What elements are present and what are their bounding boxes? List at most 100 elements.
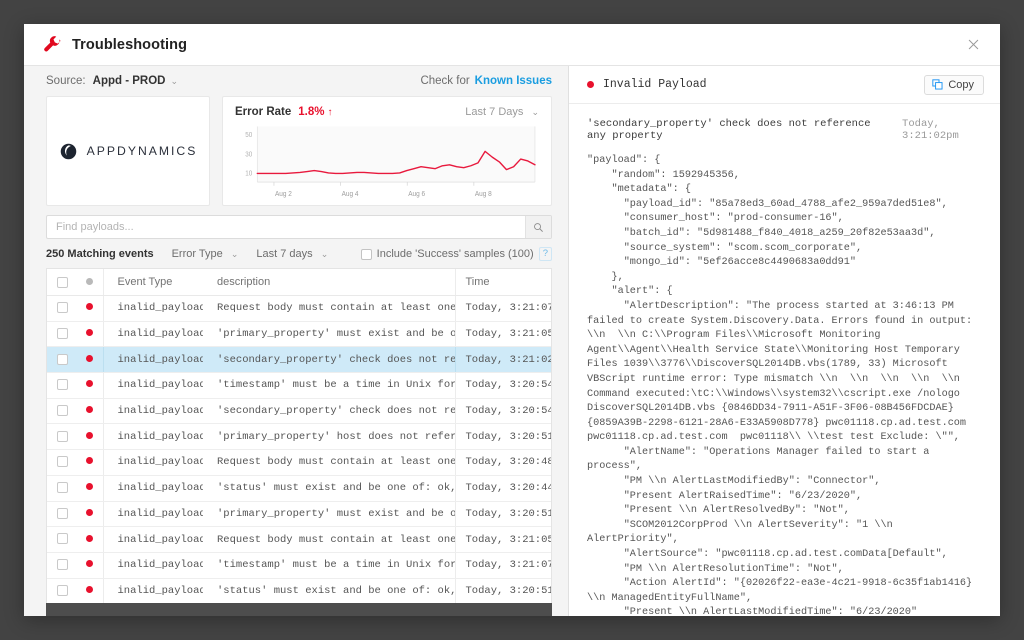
modal-body: Source: Appd - PROD ⌄ Check for Known Is… [24,66,1000,616]
chevron-down-icon: ⌄ [531,107,539,117]
source-label: Source: [46,75,86,87]
row-checkbox[interactable] [56,456,68,468]
payload-detail-pane: Invalid Payload Copy 'secondary_property… [569,66,1000,616]
row-checkbox[interactable] [56,430,68,442]
error-dot-icon [86,329,94,337]
row-time: Today, 3:20:51pm [455,578,551,603]
search-button[interactable] [525,216,551,238]
troubleshooting-modal: Troubleshooting Source: Appd - PROD ⌄ Ch… [24,24,1000,616]
row-event-type: inalid_payload [103,552,203,579]
filter-error-type-label: Error Type [171,248,223,260]
row-checkbox[interactable] [56,507,68,519]
chevron-down-icon: ⌄ [320,249,329,259]
include-success-group: Include 'Success' samples (100) ? [360,247,552,261]
row-select-cell [47,526,77,553]
error-dot-icon [86,354,94,362]
row-event-type: inalid_payload [103,578,203,603]
include-success-checkbox[interactable] [360,248,372,260]
row-event-type: inalid_payload [103,423,203,451]
table-row[interactable]: inalid_payload Request body must contain … [47,526,551,553]
table-row[interactable]: inalid_payload'primary_property' must ex… [47,321,551,348]
row-checkbox[interactable] [56,353,68,365]
horizontal-scrollbar[interactable] [46,603,552,616]
error-dot-icon [86,560,94,568]
row-status-cell [77,423,104,451]
table-row[interactable]: inalid_payload'timestamp' must be a time… [47,552,551,579]
row-event-type: inalid_payload [103,372,203,399]
row-select-cell [47,449,77,476]
modal-titlebar: Troubleshooting [24,24,1000,66]
row-description: 'status' must exist and be one of: ok, c… [203,578,456,603]
events-table-body: inalid_payload Request body must contain … [47,295,551,603]
table-row[interactable]: inalid_payload Request body must contain … [47,295,551,322]
table-row[interactable]: inalid_payload'primary_property' host do… [47,423,551,451]
error-dot-icon [86,406,94,414]
chart-range-select[interactable]: Last 7 Days ⌄ [465,106,539,118]
table-row[interactable]: inalid_payload'secondary_property' check… [47,398,551,425]
row-description: 'secondary_property' check does not refe… [203,346,456,374]
appdynamics-logo-card: APPDYNAMICS [46,96,210,206]
col-description: description [203,269,456,296]
row-event-type: inalid_payload [103,295,203,322]
row-status-cell [77,449,104,476]
row-checkbox[interactable] [56,559,68,571]
check-for-label: Check for [420,75,470,87]
row-checkbox[interactable] [56,482,68,494]
events-table: Event Type description Time inalid_paylo… [47,269,551,603]
matching-events-count: 250 Matching events [46,248,154,260]
help-icon[interactable]: ? [538,247,552,261]
row-select-cell [47,372,77,399]
row-status-cell [77,321,104,348]
chart-plot-area: 10 30 50 Aug 2 Aug 4 Aug 6 Aug 8 [235,124,539,199]
detail-summary-row: 'secondary_property' check does not refe… [569,104,1000,142]
row-select-cell [47,321,77,348]
select-all-checkbox[interactable] [56,276,68,288]
filter-error-type[interactable]: Error Type ⌄ [172,248,239,260]
row-checkbox[interactable] [56,327,68,339]
filter-time-range[interactable]: Last 7 days ⌄ [256,248,328,260]
error-dot-icon [86,483,94,491]
svg-text:30: 30 [245,151,252,159]
detail-status-title: Invalid Payload [603,78,707,91]
copy-icon [932,79,943,90]
events-table-wrapper: Event Type description Time inalid_paylo… [46,268,552,603]
row-description: 'status' must exist and be one of: ok, c… [203,475,456,502]
row-status-cell [77,578,104,603]
row-checkbox[interactable] [56,533,68,545]
row-description: Request body must contain at least one a… [203,449,456,476]
table-row[interactable]: inalid_payload'timestamp' must be a time… [47,372,551,399]
include-success-label: Include 'Success' samples (100) [376,248,534,260]
table-row[interactable]: inalid_payload'status' must exist and be… [47,578,551,603]
row-time: Today, 3:21:05pm [455,526,551,553]
row-description: 'timestamp' must be a time in Unix forma… [203,552,456,579]
table-row[interactable]: inalid_payload'primary_property' must ex… [47,501,551,528]
table-row[interactable]: inalid_payload'secondary_property' check… [47,346,551,374]
status-dot-icon [86,278,94,285]
detail-header: Invalid Payload Copy [569,66,1000,104]
row-event-type: inalid_payload [103,346,203,374]
row-select-cell [47,501,77,528]
row-status-cell [77,501,104,528]
table-row[interactable]: inalid_payload Request body must contain … [47,449,551,476]
row-select-cell [47,398,77,425]
svg-text:Aug 2: Aug 2 [275,189,292,198]
appdynamics-logo-icon [59,142,78,161]
table-row[interactable]: inalid_payload'status' must exist and be… [47,475,551,502]
copy-button[interactable]: Copy [924,74,984,95]
row-event-type: inalid_payload [103,321,203,348]
close-icon[interactable] [962,34,984,56]
row-checkbox[interactable] [56,404,68,416]
chevron-down-icon[interactable]: ⌄ [170,76,178,87]
row-description: 'primary_property' must exist and be one… [203,501,456,528]
row-checkbox[interactable] [56,302,68,314]
known-issues-link[interactable]: Known Issues [475,75,552,87]
row-checkbox[interactable] [56,584,68,596]
error-dot-icon [86,508,94,516]
row-select-cell [47,295,77,322]
row-description: 'secondary_property' check does not refe… [203,398,456,425]
row-event-type: inalid_payload [103,526,203,553]
search-input[interactable] [47,216,525,238]
source-select[interactable]: Appd - PROD [93,75,166,87]
appdynamics-wordmark: APPDYNAMICS [86,144,198,158]
row-checkbox[interactable] [56,379,68,391]
